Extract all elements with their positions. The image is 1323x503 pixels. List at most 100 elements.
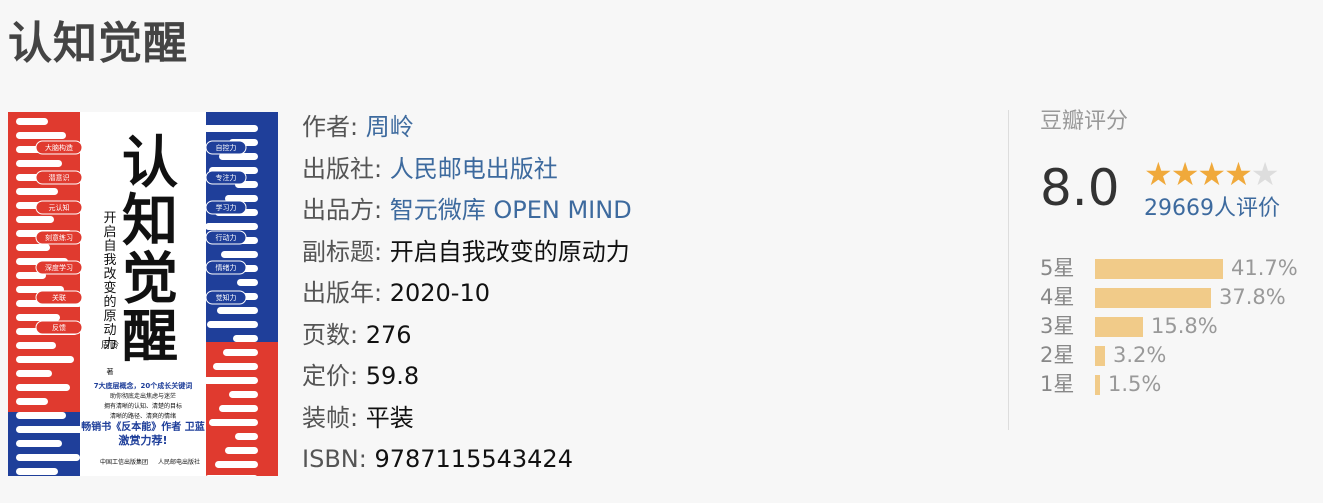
- cover-tag-right: 情绪力: [216, 263, 237, 272]
- cover-tag-right: 觉知力: [216, 293, 237, 302]
- cover-subtitle-char: 动: [103, 323, 116, 338]
- rating-star-label: 5星: [1040, 256, 1075, 280]
- cover-tag-left: 深度学习: [45, 263, 73, 272]
- cover-subtitle-char: 原: [103, 309, 116, 324]
- rating-star-label: 4星: [1040, 285, 1075, 309]
- cover-subtitle-char: 自: [103, 239, 116, 254]
- cover-blurb-line: 清晰的路径、清爽的情绪: [110, 412, 176, 420]
- cover-blurb-line: 拥有清晰的认知、清楚的目标: [104, 402, 182, 410]
- info-row: 装帧: 平装: [302, 398, 992, 440]
- cover-promo-line: 畅销书《反本能》作者 卫蓝: [81, 420, 204, 433]
- info-value-link[interactable]: 周岭: [358, 113, 414, 141]
- cover-stripe: [16, 188, 58, 195]
- info-row: 页数: 276: [302, 315, 992, 357]
- cover-title-char: 知: [122, 189, 178, 254]
- cover-stripe: [237, 279, 258, 286]
- info-label: 装帧:: [302, 403, 359, 432]
- publisher-logo: 中国工信出版集团: [100, 458, 148, 466]
- rating-count-link[interactable]: 29669人评价: [1144, 194, 1280, 224]
- rating-bar: [1095, 316, 1143, 337]
- rating-percent: 41.7%: [1231, 256, 1298, 280]
- info-label: 副标题:: [302, 237, 383, 266]
- cover-stripe: [225, 447, 258, 454]
- cover-stripe: [16, 216, 54, 223]
- info-label: 定价:: [302, 362, 359, 390]
- cover-stripe: [223, 349, 258, 356]
- info-value-link[interactable]: 人民邮电出版社: [382, 155, 558, 183]
- rating-distribution: 5星 41.7% 4星 37.8% 3星 15.8% 2星 3.2% 1星 1.5%: [1040, 254, 1315, 399]
- star-icon: ★: [1144, 155, 1173, 193]
- rating-percent: 3.2%: [1113, 343, 1167, 367]
- cover-stripe: [235, 433, 258, 440]
- info-row: 出版社: 人民邮电出版社: [302, 149, 992, 191]
- rating-percent: 15.8%: [1151, 314, 1218, 338]
- cover-stripe: [16, 356, 74, 363]
- rating-distribution-row: 3星 15.8%: [1040, 312, 1315, 341]
- cover-stripe: [207, 321, 258, 328]
- cover-tag-right: 自控力: [216, 143, 237, 152]
- info-value: 开启自我改变的原动力: [382, 237, 630, 266]
- cover-stripe: [203, 377, 258, 384]
- cover-title-char: 醒: [122, 305, 178, 370]
- info-value: 2020-10: [382, 279, 490, 307]
- cover-tag-left: 元认知: [49, 203, 70, 212]
- info-row: ISBN: 9787115543424: [302, 439, 992, 481]
- cover-author-suffix: 著: [107, 367, 114, 376]
- rating-bar: [1095, 258, 1223, 279]
- info-row: 定价: 59.8: [302, 356, 992, 398]
- rating-bar: [1095, 287, 1211, 308]
- cover-tag-left: 刻意练习: [45, 233, 73, 242]
- info-label: 页数:: [302, 320, 359, 349]
- cover-stripe: [229, 391, 258, 398]
- info-label: ISBN:: [302, 445, 367, 473]
- cover-stripe: [16, 384, 70, 391]
- cover-blurb-line: 7大底层概念，20个成长关键词: [94, 381, 193, 390]
- info-label: 作者:: [302, 113, 359, 141]
- star-icon: ★: [1250, 155, 1280, 193]
- rating-bar: [1095, 374, 1100, 395]
- book-cover-image[interactable]: 大脑构造 潜意识 元认知 刻意练习 深度学习 关联 反馈 自控力 专注力 学习力 行动力 情绪力 觉知力…: [8, 112, 278, 476]
- info-value: 276: [358, 320, 412, 349]
- cover-subtitle-char: 启: [103, 225, 116, 240]
- info-label: 出品方:: [302, 196, 383, 224]
- cover-stripe: [16, 398, 48, 405]
- rating-star-label: 1星: [1040, 372, 1075, 396]
- rating-bar: [1095, 345, 1105, 366]
- cover-stripe: [233, 335, 258, 342]
- publisher-logo: 人民邮电出版社: [158, 458, 200, 466]
- cover-stripe: [16, 440, 62, 447]
- info-label: 出版社:: [302, 154, 383, 183]
- cover-tag-left: 潜意识: [49, 173, 70, 182]
- section-divider: [1008, 110, 1009, 430]
- cover-tag-left: 大脑构造: [45, 143, 73, 152]
- cover-stripe: [16, 160, 62, 167]
- cover-subtitle-char: 我: [103, 253, 116, 268]
- star-icon: ★: [1224, 155, 1253, 193]
- info-value: 平装: [358, 403, 414, 432]
- star-icon: ★: [1170, 155, 1200, 193]
- rating-distribution-row: 1星 1.5%: [1040, 370, 1315, 399]
- cover-title-char: 觉: [122, 247, 178, 312]
- cover-stripe: [221, 251, 258, 258]
- cover-stripe: [16, 468, 58, 475]
- rating-percent: 1.5%: [1108, 372, 1162, 396]
- cover-stripe: [213, 363, 258, 370]
- info-value-link[interactable]: 智元微库 OPEN MIND: [382, 196, 632, 224]
- cover-stripe: [217, 307, 258, 314]
- cover-stripe: [16, 342, 56, 349]
- cover-artwork: 大脑构造潜意识元认知刻意练习深度学习关联反馈 自控力专注力学习力行动力情绪力觉知力…: [8, 112, 278, 476]
- cover-stripe: [203, 125, 258, 132]
- cover-stripe: [16, 314, 60, 321]
- cover-blurb-line: 助你彻底走出焦虑与迷茫: [110, 392, 176, 400]
- rating-score: 8.0: [1040, 159, 1120, 217]
- cover-author: 周岭: [101, 339, 119, 351]
- cover-tag-right: 专注力: [216, 173, 237, 182]
- cover-stripe: [209, 419, 258, 426]
- book-title: 认知觉醒: [8, 18, 188, 69]
- cover-tag-right: 行动力: [216, 233, 237, 242]
- cover-stripe: [16, 454, 80, 461]
- cover-subtitle-char: 的: [103, 294, 116, 310]
- cover-title-char: 认: [122, 131, 178, 196]
- rating-distribution-row: 2星 3.2%: [1040, 341, 1315, 370]
- cover-stripe: [16, 412, 66, 419]
